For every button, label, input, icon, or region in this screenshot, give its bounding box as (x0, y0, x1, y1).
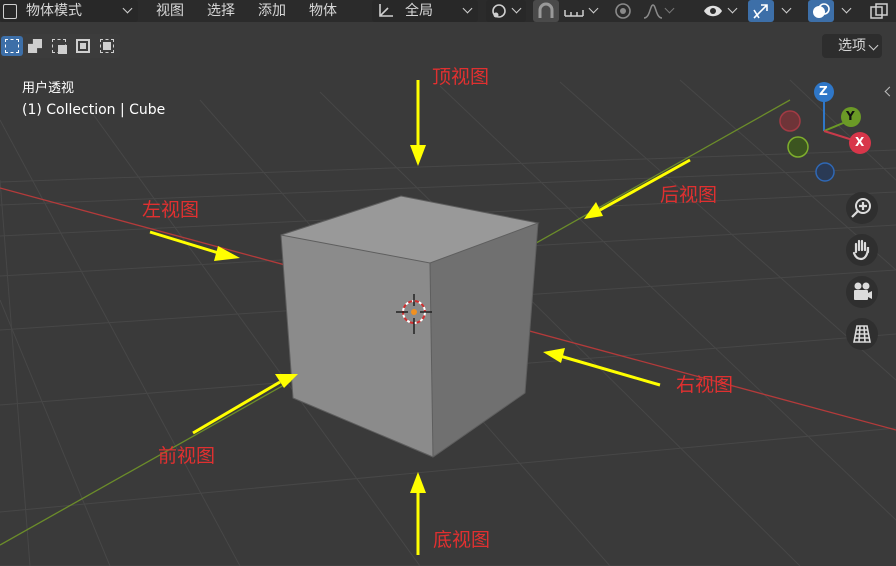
gizmo-neg-z (815, 162, 835, 182)
chevron-down-icon (841, 3, 852, 14)
camera-icon (854, 282, 872, 300)
select-subtract-button[interactable] (49, 36, 71, 56)
chevron-down-icon (664, 3, 675, 14)
collection-label: (1) Collection | Cube (22, 102, 166, 118)
snap-target-dropdown[interactable] (486, 0, 526, 22)
chevron-down-icon (868, 40, 879, 51)
proportional-editing-toggle[interactable] (610, 0, 636, 22)
mode-dropdown[interactable]: 物体模式 (0, 0, 138, 22)
select-new-icon (5, 39, 19, 53)
chevron-down-icon (727, 3, 738, 14)
chevron-down-icon (122, 3, 133, 14)
xray-toggle[interactable] (866, 0, 892, 22)
grid-icon (853, 325, 871, 343)
view-name: 用户透视 (22, 81, 75, 96)
menu-object[interactable]: 物体 (309, 0, 337, 22)
zoom-icon (851, 198, 871, 218)
orientation-dropdown[interactable]: 全局 (372, 0, 478, 22)
overlay-dropdown[interactable] (838, 0, 858, 22)
falloff-dropdown[interactable] (640, 0, 678, 22)
label-top-view: 顶视图 (432, 66, 490, 88)
options-dropdown[interactable]: 选项 (822, 34, 882, 58)
snap-toggle[interactable] (533, 0, 559, 22)
gizmo-icon (753, 4, 768, 19)
select-new-button[interactable] (1, 36, 23, 56)
gizmo-z-label: Z (819, 84, 828, 98)
falloff-icon (643, 4, 663, 19)
gizmo-neg-y (787, 136, 809, 158)
link-icon (492, 4, 506, 18)
label-bottom-view: 底视图 (433, 529, 491, 551)
object-mode-icon (3, 4, 17, 19)
label-right-view: 右视图 (676, 374, 734, 396)
label-back-view: 后视图 (660, 184, 718, 206)
transform-pivot-icon (379, 4, 393, 17)
projection-toggle-button[interactable] (846, 318, 878, 350)
options-label: 选项 (838, 38, 866, 54)
label-left-view: 左视图 (142, 199, 200, 221)
select-extend-button[interactable] (25, 36, 47, 56)
chevron-down-icon (588, 3, 599, 14)
proportional-icon (615, 3, 631, 19)
overlay-icon (813, 3, 830, 18)
zoom-button[interactable] (846, 192, 878, 224)
gizmo-neg-x (779, 110, 801, 132)
menu-add[interactable]: 添加 (258, 0, 286, 22)
overlay-toggle[interactable] (808, 0, 834, 22)
xray-icon (870, 3, 888, 19)
orientation-label: 全局 (405, 3, 433, 19)
mode-label: 物体模式 (26, 3, 82, 19)
hand-icon (852, 239, 870, 261)
chevron-down-icon (462, 3, 473, 14)
gizmo-dropdown[interactable] (778, 0, 798, 22)
visibility-icon (704, 5, 722, 17)
snap-icon (538, 2, 554, 18)
select-extend-icon (28, 39, 42, 53)
selection-mode-bar (0, 34, 120, 58)
chevron-down-icon (511, 3, 522, 14)
gizmo-toggle[interactable] (748, 0, 774, 22)
visibility-dropdown[interactable] (700, 0, 742, 22)
label-front-view: 前视图 (158, 445, 216, 467)
gizmo-x-label: X (855, 135, 865, 149)
chevron-down-icon (781, 3, 792, 14)
viewport-header: 物体模式 视图 选择 添加 物体 全局 (0, 0, 896, 22)
snap-increment-dropdown[interactable] (562, 0, 602, 22)
pan-button[interactable] (846, 234, 878, 266)
menu-view[interactable]: 视图 (156, 0, 184, 22)
camera-view-button[interactable] (846, 276, 878, 308)
select-invert-button[interactable] (73, 36, 95, 56)
select-intersect-button[interactable] (97, 36, 119, 56)
increment-icon (564, 10, 584, 17)
gizmo-y-label: Y (846, 109, 855, 123)
menu-select[interactable]: 选择 (207, 0, 235, 22)
